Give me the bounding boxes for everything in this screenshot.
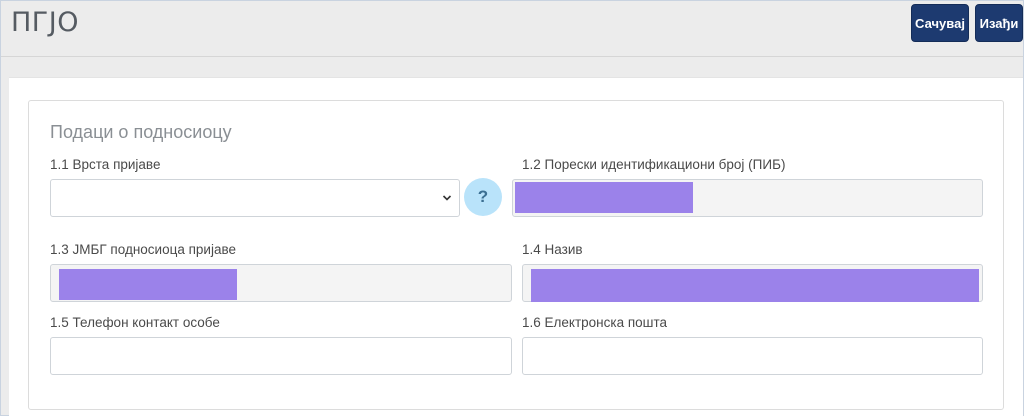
type-select[interactable] [50, 179, 460, 217]
page-title: ПГЈО [11, 7, 79, 38]
chevron-down-icon [442, 195, 452, 201]
jmbg-label: 1.3 ЈМБГ подносиоца пријаве [50, 242, 236, 257]
pib-label: 1.2 Порески идентификациони број (ПИБ) [522, 157, 786, 172]
phone-field[interactable] [50, 337, 512, 375]
redacted-block [531, 269, 979, 302]
save-button[interactable]: Сачувај [911, 4, 969, 42]
email-label: 1.6 Електронска пошта [522, 315, 668, 330]
type-label: 1.1 Врста пријаве [50, 157, 161, 172]
section-title: Подаци о подносиоцу [50, 122, 232, 142]
exit-button[interactable]: Изађи [975, 4, 1023, 42]
email-field[interactable] [522, 337, 983, 375]
redacted-block [59, 269, 237, 300]
phone-label: 1.5 Телефон контакт особе [50, 315, 220, 330]
question-icon[interactable]: ? [464, 178, 502, 216]
top-bar: ПГЈО Сачувај Изађи [1, 1, 1023, 57]
redacted-block [515, 182, 693, 213]
name-label: 1.4 Назив [522, 242, 583, 257]
